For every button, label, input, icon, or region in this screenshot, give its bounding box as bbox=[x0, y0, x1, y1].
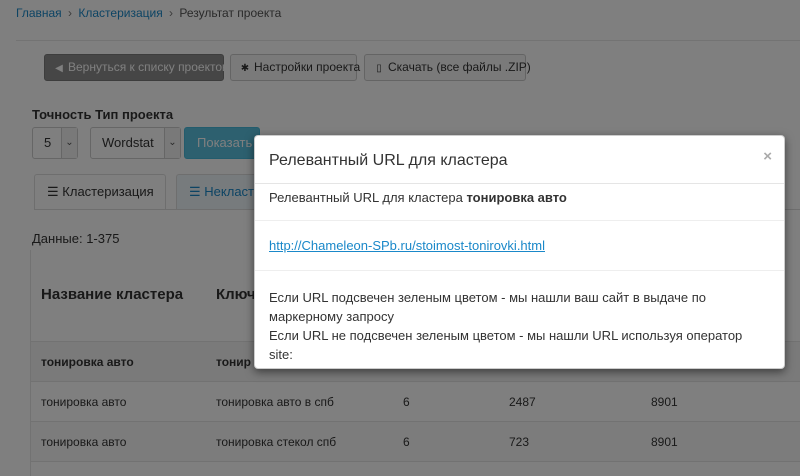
modal-note-not-green: Если URL не подсвечен зеленым цветом - м… bbox=[269, 328, 743, 362]
close-icon[interactable]: × bbox=[763, 148, 772, 165]
relevant-url-link[interactable]: http://Chameleon-SPb.ru/stoimost-tonirov… bbox=[269, 238, 545, 253]
modal-title: Релевантный URL для кластера bbox=[269, 152, 508, 169]
modal-header: Релевантный URL для кластера × bbox=[255, 136, 784, 184]
modal-cluster-line: Релевантный URL для кластера тонировка а… bbox=[269, 190, 567, 205]
modal-cluster-prefix: Релевантный URL для кластера bbox=[269, 190, 463, 205]
modal-notes: Если URL подсвечен зеленым цветом - мы н… bbox=[269, 288, 769, 364]
modal-note-green: Если URL подсвечен зеленым цветом - мы н… bbox=[269, 290, 707, 324]
relevant-url-modal: Релевантный URL для кластера × Релевантн… bbox=[254, 135, 785, 369]
modal-divider bbox=[255, 270, 784, 271]
modal-cluster-name: тонировка авто bbox=[466, 190, 567, 205]
modal-divider bbox=[255, 220, 784, 221]
